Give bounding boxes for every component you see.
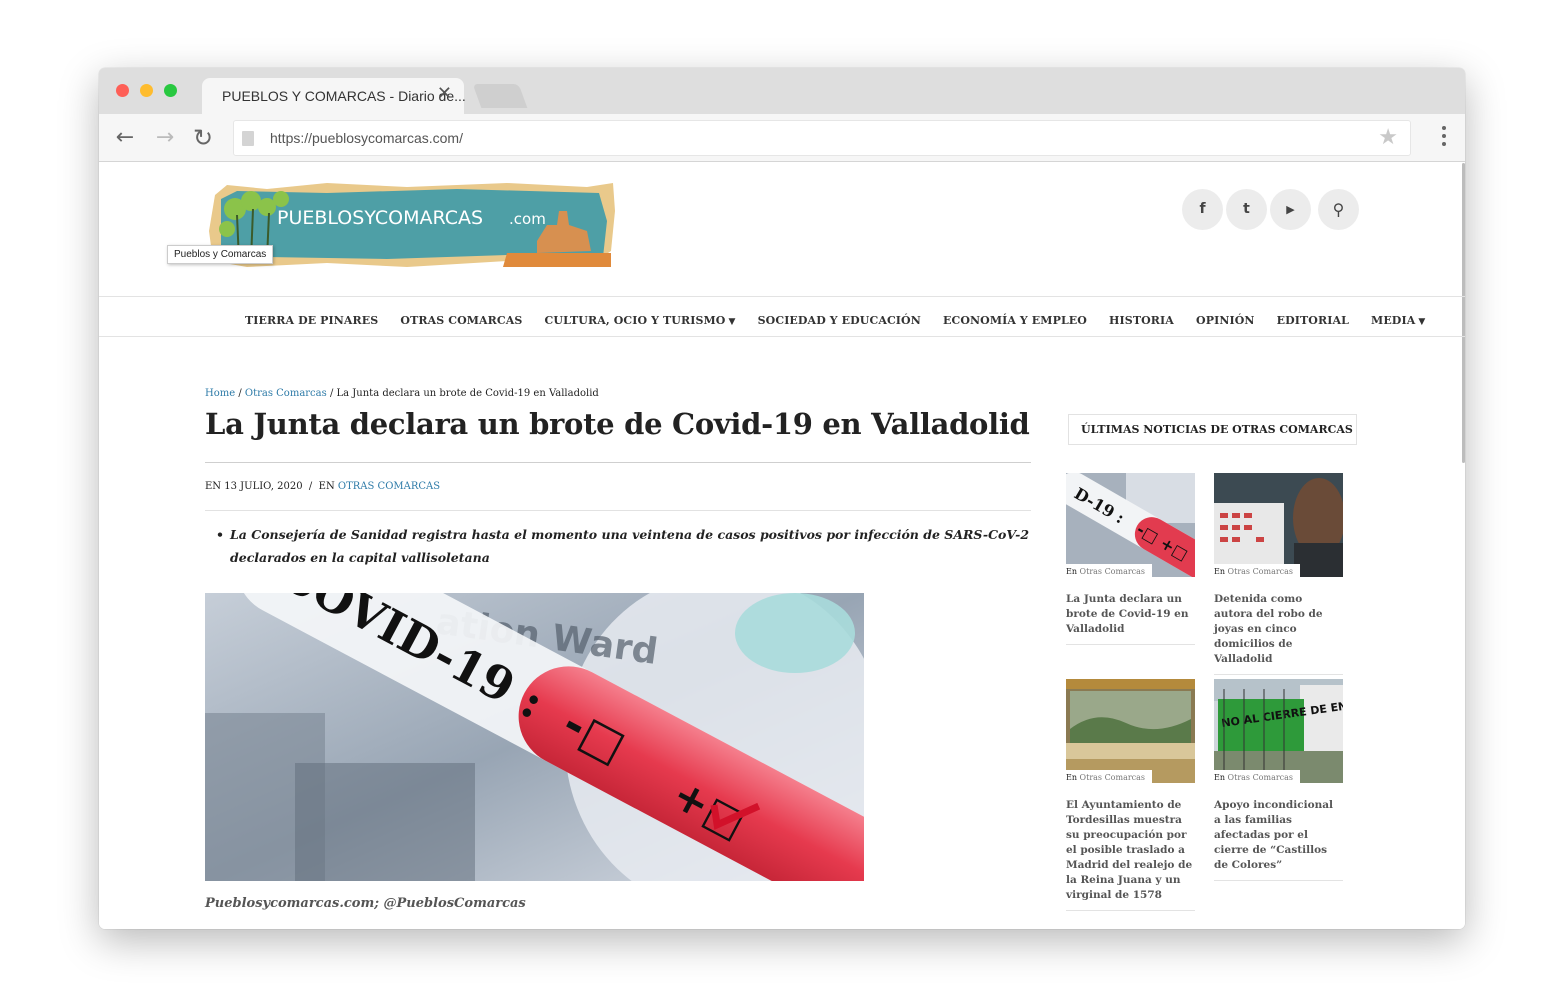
forward-arrow-icon[interactable]: → bbox=[151, 124, 179, 152]
breadcrumb-separator: / bbox=[326, 388, 337, 399]
breadcrumb-current: La Junta declara un brote de Covid-19 en… bbox=[336, 388, 599, 399]
card-category-prefix: En bbox=[1066, 773, 1077, 782]
news-card[interactable]: En Otras Comarcas El Ayuntamiento de Tor… bbox=[1066, 679, 1195, 911]
nav-item-historia[interactable]: HISTORIA bbox=[1109, 314, 1174, 327]
card-category-prefix: En bbox=[1066, 567, 1077, 576]
thumbnail-image bbox=[1066, 679, 1195, 783]
divider bbox=[205, 510, 1031, 511]
page-content: PUEBLOSYCOMARCAS .com Pueblos y Comarcas… bbox=[99, 163, 1465, 929]
chevron-down-icon: ▼ bbox=[1418, 317, 1426, 327]
chevron-down-icon: ▼ bbox=[728, 317, 736, 327]
new-tab-button[interactable] bbox=[472, 84, 528, 108]
sidebar-heading: ÚLTIMAS NOTICIAS DE OTRAS COMARCAS bbox=[1081, 423, 1353, 436]
card-category-name[interactable]: Otras Comarcas bbox=[1080, 567, 1146, 576]
meta-separator: / EN bbox=[302, 481, 338, 492]
nav-item-tierra-de-pinares[interactable]: TIERRA DE PINARES bbox=[245, 314, 378, 327]
logo-suffix: .com bbox=[509, 210, 546, 228]
news-card[interactable]: D-19 : -□ +□ En Otras Comarcas La Junta … bbox=[1066, 473, 1195, 645]
news-thumbnail[interactable]: En Otras Comarcas bbox=[1066, 679, 1195, 783]
news-card[interactable]: En Otras Comarcas Detenida como autora d… bbox=[1214, 473, 1343, 675]
article-lead-text: La Consejería de Sanidad registra hasta … bbox=[230, 527, 1030, 565]
search-icon[interactable]: ⚲ bbox=[1318, 189, 1359, 230]
main-navigation: TIERRA DE PINARES OTRAS COMARCAS CULTURA… bbox=[99, 296, 1465, 337]
active-tab[interactable]: PUEBLOS Y COMARCAS - Diario de... ✕ bbox=[202, 78, 466, 114]
reload-icon[interactable]: ↻ bbox=[189, 124, 217, 152]
card-category: En Otras Comarcas bbox=[1066, 564, 1153, 577]
maximize-window-button[interactable] bbox=[164, 84, 177, 97]
nav-item-cultura[interactable]: CULTURA, OCIO Y TURISMO ▼ bbox=[545, 314, 736, 327]
news-thumbnail[interactable]: En Otras Comarcas bbox=[1214, 473, 1343, 577]
bookmark-star-icon[interactable]: ★ bbox=[1378, 125, 1398, 150]
nav-item-editorial[interactable]: EDITORIAL bbox=[1277, 314, 1349, 327]
news-thumbnail[interactable]: NO AL CIERRE DE EN CASTILL En Otras Coma… bbox=[1214, 679, 1343, 783]
address-bar[interactable]: https://pueblosycomarcas.com/ ★ bbox=[233, 120, 1411, 156]
nav-item-economia[interactable]: ECONOMÍA Y EMPLEO bbox=[943, 314, 1087, 327]
card-category-name[interactable]: Otras Comarcas bbox=[1228, 567, 1294, 576]
thumbnail-image: NO AL CIERRE DE EN CASTILL bbox=[1214, 679, 1343, 783]
page-icon bbox=[242, 131, 254, 146]
card-category-name[interactable]: Otras Comarcas bbox=[1228, 773, 1294, 782]
article-date: EN 13 JULIO, 2020 bbox=[205, 481, 303, 492]
nav-item-media-label: MEDIA bbox=[1371, 314, 1416, 327]
breadcrumb-home-link[interactable]: Home bbox=[205, 388, 235, 399]
divider bbox=[1214, 880, 1343, 881]
card-title[interactable]: Detenida como autora del robo de joyas e… bbox=[1214, 592, 1343, 667]
divider bbox=[205, 462, 1031, 463]
divider bbox=[1214, 674, 1343, 675]
news-card[interactable]: NO AL CIERRE DE EN CASTILL En Otras Coma… bbox=[1214, 679, 1343, 881]
article-title: La Junta declara un brote de Covid-19 en… bbox=[205, 407, 1030, 441]
divider bbox=[1066, 644, 1195, 645]
card-category-prefix: En bbox=[1214, 567, 1225, 576]
nav-item-cultura-label: CULTURA, OCIO Y TURISMO bbox=[544, 314, 726, 327]
article-category-link[interactable]: OTRAS COMARCAS bbox=[338, 481, 440, 492]
article-hero-image[interactable]: ation Ward COVID-19 : -□ +□ bbox=[205, 593, 864, 881]
news-thumbnail[interactable]: D-19 : -□ +□ En Otras Comarcas bbox=[1066, 473, 1195, 577]
card-category: En Otras Comarcas bbox=[1214, 770, 1301, 783]
card-category: En Otras Comarcas bbox=[1066, 770, 1153, 783]
nav-item-otras-comarcas[interactable]: OTRAS COMARCAS bbox=[400, 314, 522, 327]
thumbnail-image: D-19 : -□ +□ bbox=[1066, 473, 1195, 577]
thumbnail-image bbox=[1214, 473, 1343, 577]
breadcrumb: Home / Otras Comarcas / La Junta declara… bbox=[205, 388, 599, 399]
article-meta: EN 13 JULIO, 2020 / EN OTRAS COMARCAS bbox=[205, 481, 440, 492]
article-lead: • La Consejería de Sanidad registra hast… bbox=[216, 523, 1030, 569]
nav-item-sociedad[interactable]: SOCIEDAD Y EDUCACIÓN bbox=[758, 314, 921, 327]
card-title[interactable]: El Ayuntamiento de Tordesillas muestra s… bbox=[1066, 798, 1195, 903]
close-window-button[interactable] bbox=[116, 84, 129, 97]
logo-text: PUEBLOSYCOMARCAS bbox=[277, 207, 483, 229]
url-text[interactable]: https://pueblosycomarcas.com/ bbox=[270, 130, 463, 146]
browser-window: PUEBLOS Y COMARCAS - Diario de... ✕ ← → … bbox=[99, 68, 1465, 929]
browser-toolbar: ← → ↻ https://pueblosycomarcas.com/ ★ bbox=[99, 114, 1465, 162]
tab-close-icon[interactable]: ✕ bbox=[437, 84, 452, 104]
logo-tooltip: Pueblos y Comarcas bbox=[167, 245, 274, 264]
sidebar-heading-box: ÚLTIMAS NOTICIAS DE OTRAS COMARCAS bbox=[1068, 414, 1357, 445]
back-arrow-icon[interactable]: ← bbox=[111, 124, 139, 152]
card-title[interactable]: La Junta declara un brote de Covid-19 en… bbox=[1066, 592, 1195, 637]
tab-title: PUEBLOS Y COMARCAS - Diario de... bbox=[222, 88, 466, 104]
card-title[interactable]: Apoyo incondicional a las familias afect… bbox=[1214, 798, 1343, 873]
nav-item-media[interactable]: MEDIA ▼ bbox=[1371, 314, 1425, 327]
breadcrumb-category-link[interactable]: Otras Comarcas bbox=[245, 388, 327, 399]
divider bbox=[1066, 910, 1195, 911]
image-caption: Pueblosycomarcas.com; @PueblosComarcas bbox=[205, 896, 526, 911]
card-category: En Otras Comarcas bbox=[1214, 564, 1301, 577]
youtube-icon[interactable]: ▶ bbox=[1270, 189, 1311, 230]
tab-bar: PUEBLOS Y COMARCAS - Diario de... ✕ bbox=[99, 68, 1465, 114]
facebook-icon[interactable]: f bbox=[1182, 189, 1223, 230]
nav-item-opinion[interactable]: OPINIÓN bbox=[1196, 314, 1255, 327]
minimize-window-button[interactable] bbox=[140, 84, 153, 97]
twitter-icon[interactable]: t bbox=[1226, 189, 1267, 230]
card-category-name[interactable]: Otras Comarcas bbox=[1080, 773, 1146, 782]
card-category-prefix: En bbox=[1214, 773, 1225, 782]
breadcrumb-separator: / bbox=[235, 388, 245, 399]
bullet: • bbox=[216, 527, 224, 542]
browser-menu-icon[interactable] bbox=[1441, 126, 1447, 150]
